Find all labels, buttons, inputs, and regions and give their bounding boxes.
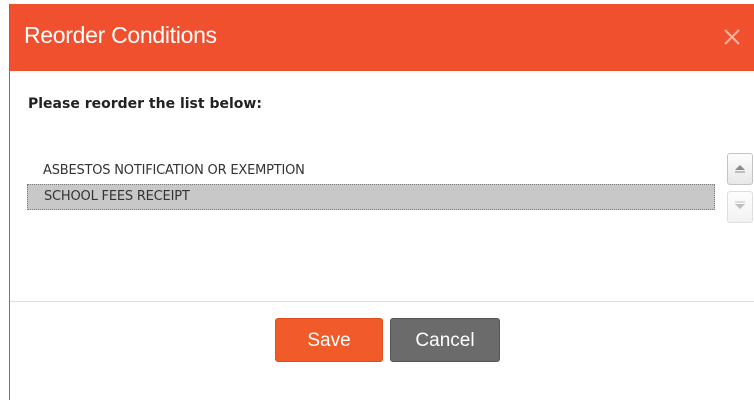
instruction-text: Please reorder the list below: xyxy=(28,96,262,112)
cancel-button[interactable]: Cancel xyxy=(390,318,500,362)
close-button[interactable] xyxy=(721,26,743,48)
conditions-list[interactable]: ASBESTOS NOTIFICATION OR EXEMPTION SCHOO… xyxy=(27,158,715,210)
move-down-button[interactable] xyxy=(727,191,753,223)
footer-divider xyxy=(10,301,754,302)
save-button[interactable]: Save xyxy=(275,318,383,362)
chevron-down-icon xyxy=(735,201,745,209)
chevron-up-icon xyxy=(735,165,745,173)
dialog-header: Reorder Conditions xyxy=(10,4,754,71)
list-item-selected[interactable]: SCHOOL FEES RECEIPT xyxy=(27,184,715,210)
reorder-conditions-dialog: Reorder Conditions Please reorder the li… xyxy=(9,4,754,400)
dialog-title: Reorder Conditions xyxy=(24,22,217,48)
move-up-button[interactable] xyxy=(727,153,753,185)
list-item[interactable]: ASBESTOS NOTIFICATION OR EXEMPTION xyxy=(27,158,715,184)
close-icon xyxy=(724,29,740,45)
